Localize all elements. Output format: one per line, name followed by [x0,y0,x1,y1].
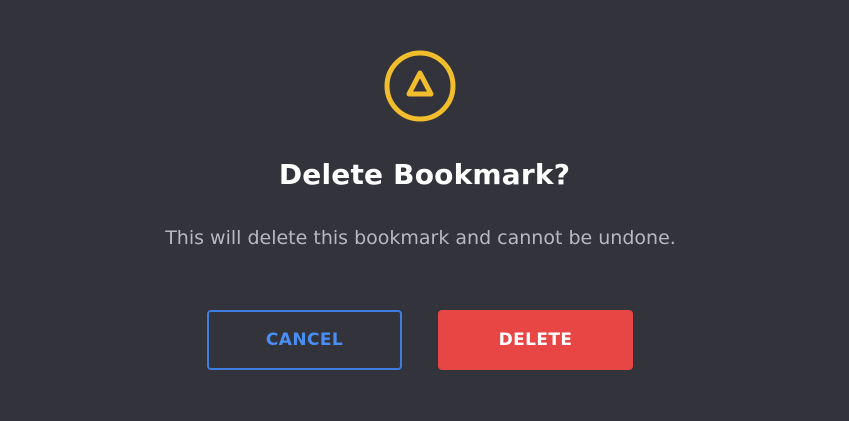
dialog-title: Delete Bookmark? [278,158,571,191]
warning-triangle-icon [384,50,456,122]
dialog-message: This will delete this bookmark and canno… [165,227,676,249]
delete-bookmark-dialog: Delete Bookmark? This will delete this b… [0,0,849,421]
cancel-button-label: CANCEL [265,330,344,350]
cancel-button[interactable]: CANCEL [207,310,402,370]
delete-button[interactable]: DELETE [438,310,633,370]
delete-button-label: DELETE [498,330,573,350]
